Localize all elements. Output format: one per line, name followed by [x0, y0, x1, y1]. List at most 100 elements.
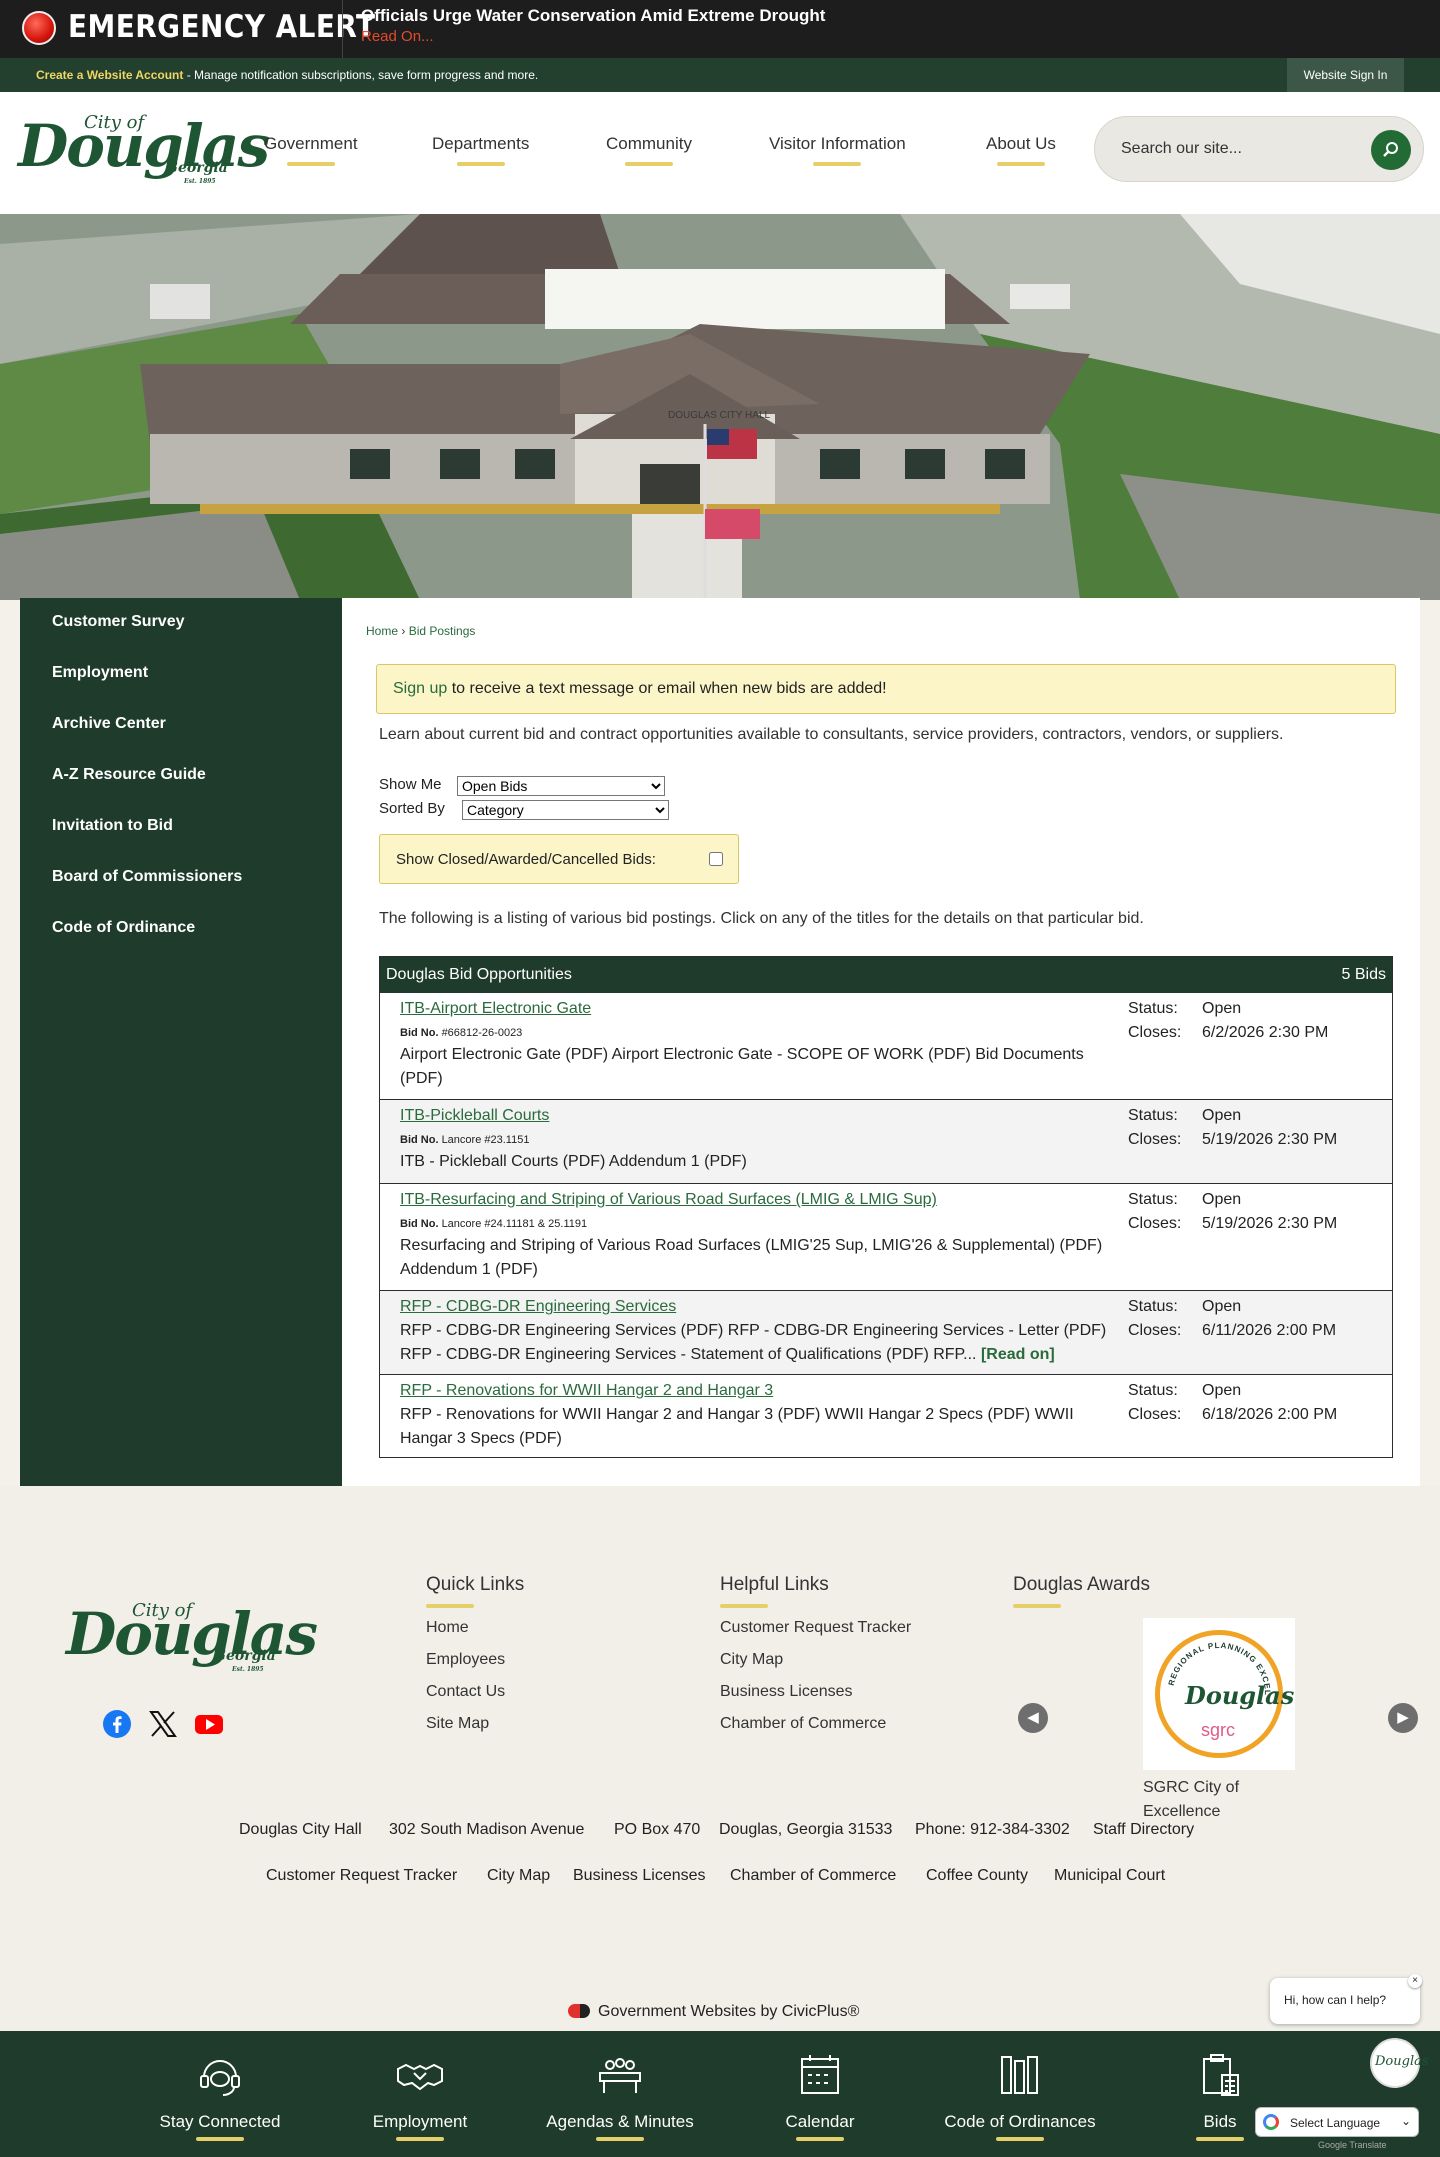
sidebar-item-az-resource-guide[interactable]: A-Z Resource Guide [52, 766, 206, 784]
sidebar-item-customer-survey[interactable]: Customer Survey [52, 613, 185, 631]
bid-row: ITB-Pickleball Courts Bid No. Lancore #2… [380, 1100, 1392, 1184]
site-footer: City of Douglas Georgia Est. 1895 Quick … [0, 1486, 1440, 2031]
bid-number: Bid No. Lancore #24.11181 & 25.1191 [400, 1218, 587, 1230]
logo-name: Douglas [66, 1600, 318, 1668]
alert-headline[interactable]: Officials Urge Water Conservation Amid E… [361, 6, 825, 26]
footer-logo[interactable]: City of Douglas Georgia Est. 1895 [62, 1586, 318, 1676]
create-account-link[interactable]: Create a Website Account [36, 68, 183, 82]
footer-link-city-map[interactable]: City Map [720, 1651, 783, 1669]
sorted-by-row: Sorted By Category [379, 800, 779, 822]
quick-agendas-minutes[interactable]: Agendas & Minutes [520, 2031, 720, 2157]
footer-row-link-customer-request-tracker[interactable]: Customer Request Tracker [266, 1867, 457, 1885]
facebook-icon[interactable] [102, 1709, 132, 1739]
search-button[interactable] [1371, 130, 1411, 170]
nav-government[interactable]: Government [264, 134, 358, 166]
bottom-quick-bar: Stay Connected Employment Agendas & Minu… [0, 2031, 1440, 2157]
search-input[interactable] [1121, 137, 1351, 161]
nav-about-us[interactable]: About Us [986, 134, 1056, 166]
sidebar-item-employment[interactable]: Employment [52, 664, 148, 682]
bid-title-link[interactable]: RFP - Renovations for WWII Hangar 2 and … [400, 1382, 773, 1400]
signup-notice: Sign up to receive a text message or ema… [376, 664, 1396, 714]
show-me-select[interactable]: Open Bids [457, 776, 665, 796]
breadcrumb-home-link[interactable]: Home [366, 624, 398, 638]
language-select[interactable]: Select Language ⌄ [1255, 2107, 1419, 2137]
helpful-links-heading: Helpful Links [720, 1574, 829, 1595]
award-caption: SGRC City of Excellence [1143, 1779, 1240, 1820]
chat-avatar[interactable]: Douglas [1370, 2038, 1429, 2088]
bid-title-link[interactable]: ITB-Airport Electronic Gate [400, 1000, 591, 1018]
footer-link-customer-request-tracker[interactable]: Customer Request Tracker [720, 1619, 911, 1637]
sorted-by-select[interactable]: Category [462, 800, 669, 820]
emergency-alert-bar: EMERGENCY ALERT Officials Urge Water Con… [0, 0, 1440, 58]
bids-count: 5 Bids [1341, 966, 1386, 983]
bid-closes-value: 5/19/2026 2:30 PM [1202, 1131, 1338, 1148]
quick-bids[interactable]: Bids [1120, 2031, 1320, 2157]
quick-calendar[interactable]: Calendar [720, 2031, 920, 2157]
site-logo[interactable]: City of Douglas Georgia Est. 1895 [14, 98, 270, 188]
meeting-table-icon [599, 2058, 641, 2093]
alert-read-on-link[interactable]: Read On... [361, 28, 434, 45]
footer-link-home[interactable]: Home [426, 1619, 469, 1637]
bid-title-link[interactable]: RFP - CDBG-DR Engineering Services [400, 1298, 676, 1316]
chat-widget-bubble[interactable]: Hi, how can I help? × [1270, 1974, 1422, 2024]
bid-title-link[interactable]: ITB-Resurfacing and Striping of Various … [400, 1191, 937, 1209]
quick-label: Calendar [785, 2112, 855, 2131]
quick-underline [596, 2137, 644, 2141]
footer-link-site-map[interactable]: Site Map [426, 1715, 489, 1733]
quick-employment[interactable]: Employment [320, 2031, 520, 2157]
footer-row-link-coffee-county[interactable]: Coffee County [926, 1867, 1028, 1885]
footer-row-link-business-licenses[interactable]: Business Licenses [573, 1867, 706, 1885]
sidebar-item-invitation-to-bid[interactable]: Invitation to Bid [52, 817, 173, 835]
signup-link[interactable]: Sign up [393, 680, 447, 697]
youtube-icon[interactable] [194, 1709, 224, 1739]
sidebar-item-code-of-ordinance[interactable]: Code of Ordinance [52, 919, 195, 937]
sidebar-nav: Customer Survey Employment Archive Cente… [20, 598, 342, 1486]
address-phone[interactable]: Phone: 912-384-3302 [915, 1821, 1070, 1839]
bid-title-link[interactable]: ITB-Pickleball Courts [400, 1107, 549, 1125]
heading-underline [1013, 1604, 1061, 1608]
footer-row-link-city-map[interactable]: City Map [487, 1867, 550, 1885]
bid-closes-value: 6/11/2026 2:00 PM [1202, 1322, 1337, 1339]
bid-description: ITB - Pickleball Courts (PDF) Addendum 1… [400, 1153, 747, 1170]
nav-underline [813, 162, 862, 166]
footer-link-employees[interactable]: Employees [426, 1651, 505, 1669]
nav-visitor-information[interactable]: Visitor Information [769, 134, 906, 166]
staff-directory-link[interactable]: Staff Directory [1093, 1821, 1194, 1839]
chat-greeting: Hi, how can I help? [1284, 1993, 1387, 2007]
footer-row-link-municipal-court[interactable]: Municipal Court [1054, 1867, 1165, 1885]
powered-by-google-translate: Google Translate [1318, 2140, 1387, 2150]
civicplus-credit[interactable]: Government Websites by CivicPlus® [568, 2003, 859, 2021]
quick-code-of-ordinances[interactable]: Code of Ordinances [920, 2031, 1120, 2157]
website-sign-in-button[interactable]: Website Sign In [1287, 58, 1404, 92]
award-badge-sgrc[interactable]: REGIONAL PLANNING EXCELLENCE Douglas sgr… [1143, 1618, 1295, 1770]
bid-status-value: Open [1202, 1382, 1242, 1399]
chevron-down-icon: ⌄ [1400, 2114, 1411, 2128]
alert-divider [342, 0, 343, 58]
nav-departments[interactable]: Departments [432, 134, 529, 166]
sidebar-item-archive-center[interactable]: Archive Center [52, 715, 166, 733]
breadcrumb-current-link[interactable]: Bid Postings [409, 624, 476, 638]
bid-status-value: Open [1202, 1298, 1242, 1315]
awards-prev-arrow-icon[interactable]: ◀ [1018, 1703, 1048, 1733]
logo-est: Est. 1895 [232, 1666, 264, 1673]
nav-community[interactable]: Community [606, 134, 692, 166]
show-closed-label: Show Closed/Awarded/Cancelled Bids: [396, 851, 656, 868]
bid-closes-label: Closes: [1128, 1131, 1182, 1148]
footer-link-business-licenses[interactable]: Business Licenses [720, 1683, 853, 1701]
quick-stay-connected[interactable]: Stay Connected [120, 2031, 320, 2157]
awards-next-arrow-icon[interactable]: ▶ [1388, 1703, 1418, 1733]
sidebar-item-board-of-commissioners[interactable]: Board of Commissioners [52, 868, 242, 886]
bid-closes-label: Closes: [1128, 1322, 1182, 1339]
google-icon [1263, 2114, 1279, 2130]
address-street: 302 South Madison Avenue [389, 1821, 585, 1838]
footer-link-contact-us[interactable]: Contact Us [426, 1683, 505, 1701]
chat-close-icon[interactable]: × [1408, 1974, 1422, 1988]
sorted-by-label: Sorted By [379, 800, 445, 817]
bid-row: ITB-Airport Electronic Gate Bid No. #668… [380, 993, 1392, 1100]
bid-status-label: Status: [1128, 1191, 1178, 1208]
show-closed-checkbox[interactable] [709, 852, 723, 866]
x-twitter-icon[interactable] [148, 1709, 178, 1739]
bid-read-on-link[interactable]: [Read on] [981, 1346, 1055, 1363]
footer-row-link-chamber-of-commerce[interactable]: Chamber of Commerce [730, 1867, 896, 1885]
footer-link-chamber-of-commerce[interactable]: Chamber of Commerce [720, 1715, 886, 1733]
